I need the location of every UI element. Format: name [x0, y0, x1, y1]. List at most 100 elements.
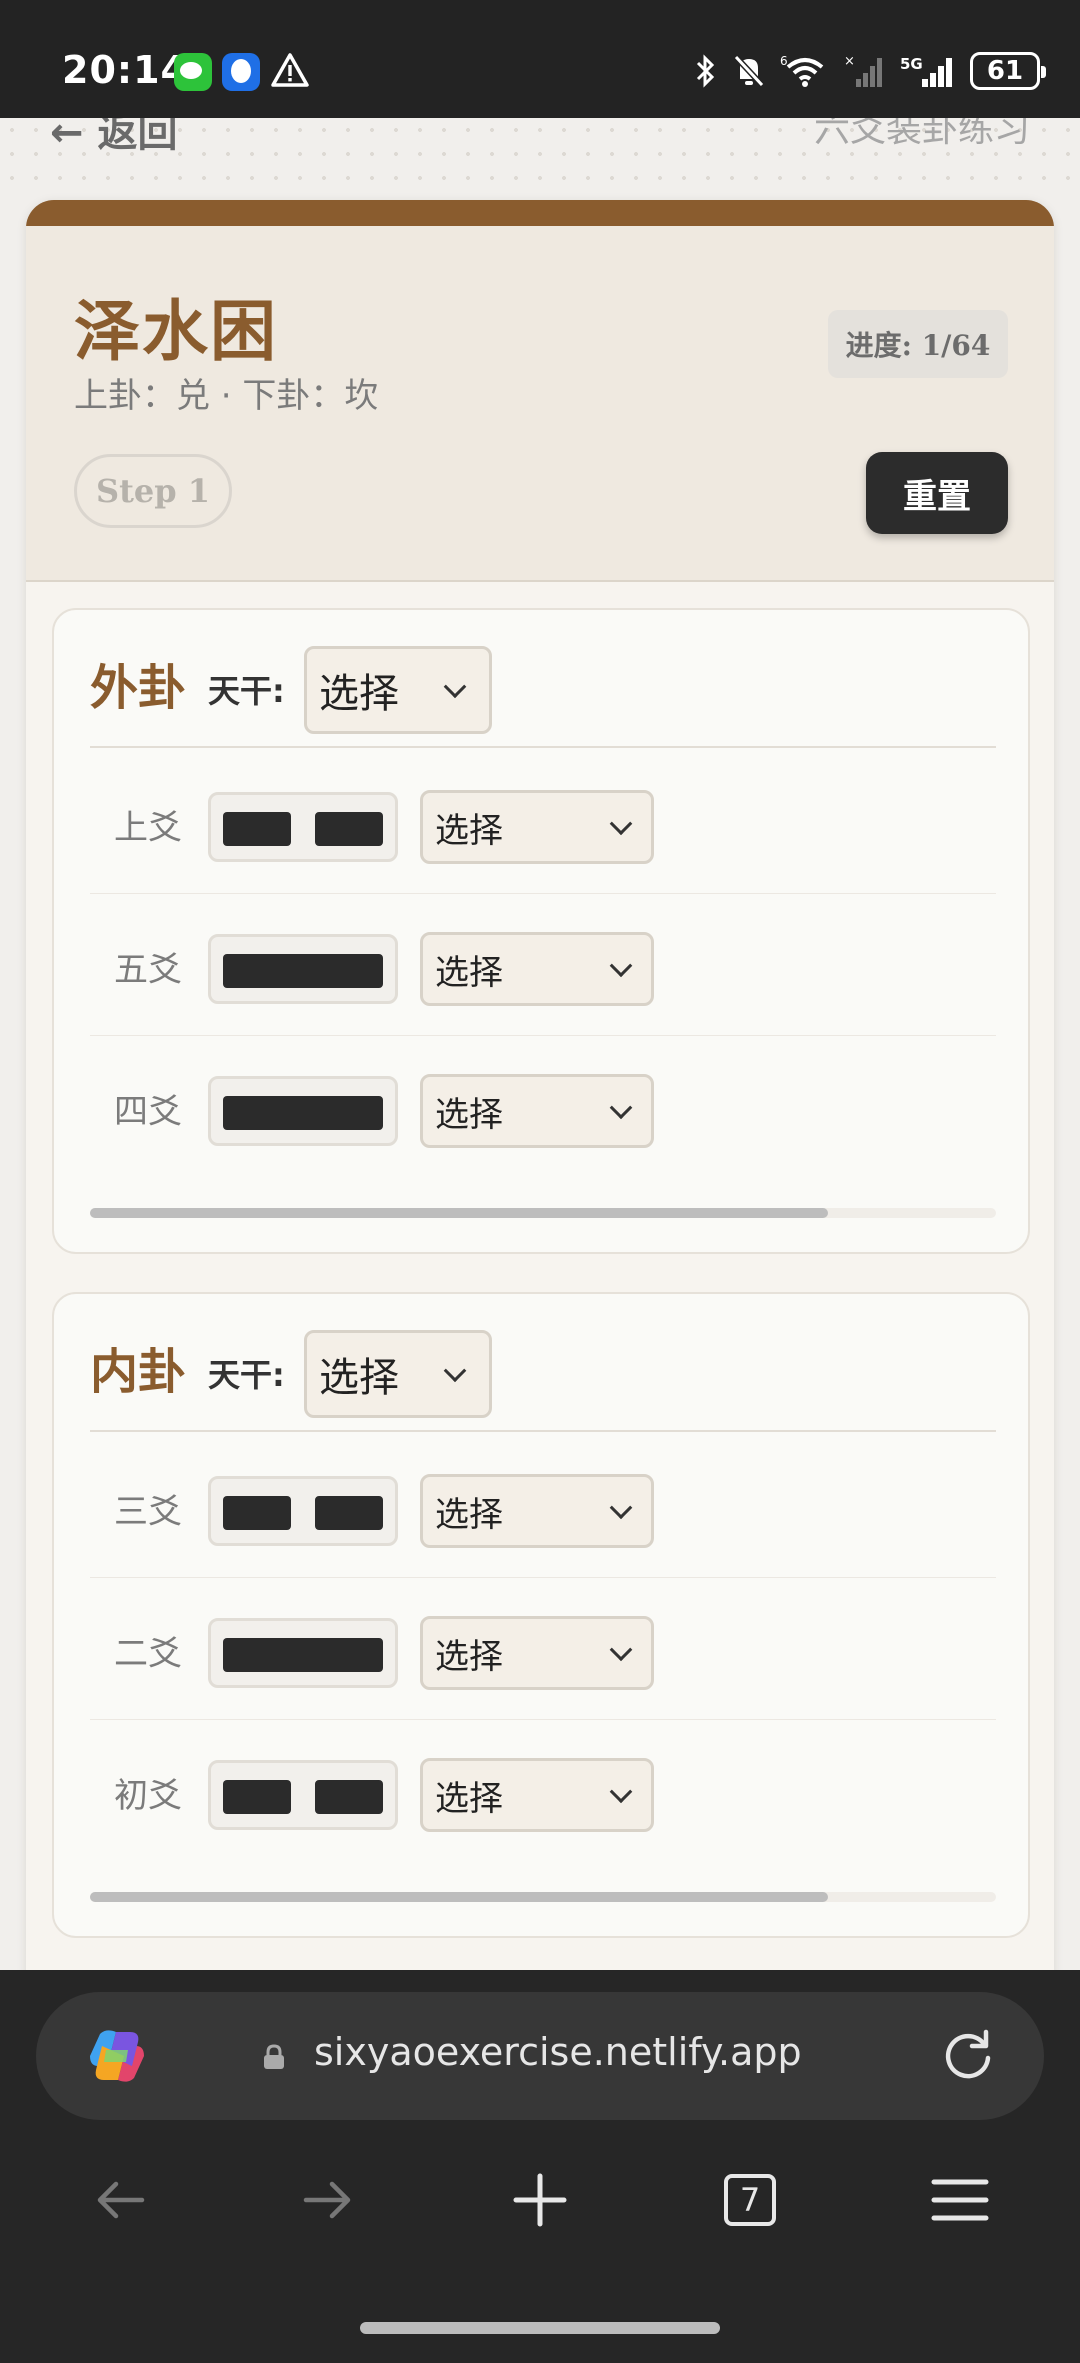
step-badge: Step 1: [74, 454, 232, 528]
card-header: 泽水困 上卦：兑 · 下卦：坎 进度: 1/64 Step 1 重置: [26, 226, 1054, 582]
back-button[interactable]: [80, 2160, 160, 2240]
horizontal-scrollbar[interactable]: [90, 1208, 996, 1218]
menu-button[interactable]: [920, 2160, 1000, 2240]
status-indicators: 6 × 5G 61: [694, 50, 1046, 92]
browser-toolbar: sixyaoexercise.netlify.app 7: [0, 1970, 1080, 2363]
svg-text:×: ×: [844, 54, 855, 69]
inner-trigram-title: 内卦: [90, 1344, 187, 1400]
yao-branch-select[interactable]: 选择: [420, 790, 654, 864]
yin-segment: [223, 812, 291, 846]
yang-segment: [223, 954, 383, 988]
yin-segment: [315, 1780, 383, 1814]
wechat-icon: [174, 53, 212, 91]
svg-text:5G: 5G: [900, 55, 923, 73]
yin-segment: [315, 1496, 383, 1530]
inner-stem-select[interactable]: 选择: [304, 1330, 492, 1418]
forward-button[interactable]: [288, 2160, 368, 2240]
horizontal-scrollbar[interactable]: [90, 1892, 996, 1902]
yang-line-icon: [208, 1076, 398, 1146]
yao-select-value: 选择: [435, 952, 503, 993]
url-text[interactable]: sixyaoexercise.netlify.app: [314, 2030, 802, 2074]
status-bar: 20:14 6 × 5G 61: [0, 0, 1080, 118]
signal-icon: ×: [844, 54, 882, 87]
chevron-down-icon: [609, 812, 633, 836]
yang-segment: [223, 1638, 383, 1672]
outer-trigram-panel: 外卦 天干: 选择 上爻 选择 五爻 选择 四爻 选择: [52, 608, 1030, 1254]
reset-button[interactable]: 重置: [866, 452, 1008, 534]
yao-label: 五爻: [114, 950, 182, 990]
hexagram-trigrams: 上卦：兑 · 下卦：坎: [74, 376, 379, 416]
outer-stem-value: 选择: [319, 671, 399, 717]
chevron-down-icon: [609, 1496, 633, 1520]
hexagram-name: 泽水困: [74, 292, 278, 370]
wifi-icon: 6: [780, 54, 824, 87]
inner-stem-value: 选择: [319, 1355, 399, 1401]
yao-select-value: 选择: [435, 1494, 503, 1535]
yao-branch-select[interactable]: 选择: [420, 1616, 654, 1690]
chevron-down-icon: [609, 954, 633, 978]
yao-row-second: 二爻 选择: [90, 1578, 996, 1720]
inner-stem-label: 天干:: [208, 1356, 285, 1394]
lock-icon: [264, 2044, 284, 2069]
inner-trigram-header: 内卦 天干: 选择: [90, 1330, 996, 1432]
yao-branch-select[interactable]: 选择: [420, 1474, 654, 1548]
battery-level: 61: [986, 56, 1024, 86]
yin-segment: [223, 1780, 291, 1814]
yao-row-third: 三爻 选择: [90, 1436, 996, 1578]
page-subtitle: 六爻装卦练习: [813, 118, 1030, 150]
outer-stem-label: 天干:: [208, 672, 285, 710]
mute-icon: [733, 54, 765, 88]
arrow-left-icon: [97, 2181, 145, 2219]
page-top-bar: ← 返回 六爻装卦练习: [0, 118, 1080, 200]
yin-line-icon: [208, 1760, 398, 1830]
yin-segment: [315, 812, 383, 846]
svg-text:6: 6: [780, 54, 788, 68]
new-tab-button[interactable]: [500, 2160, 580, 2240]
yang-segment: [223, 1096, 383, 1130]
status-time: 20:14: [62, 48, 188, 92]
progress-badge: 进度: 1/64: [828, 310, 1008, 378]
yao-label: 初爻: [114, 1776, 182, 1816]
tab-count: 7: [724, 2174, 776, 2226]
yao-branch-select[interactable]: 选择: [420, 932, 654, 1006]
exercise-card: 泽水困 上卦：兑 · 下卦：坎 进度: 1/64 Step 1 重置 外卦 天干…: [26, 200, 1054, 1980]
yao-select-value: 选择: [435, 1778, 503, 1819]
outer-trigram-title: 外卦: [90, 660, 187, 716]
yang-line-icon: [208, 934, 398, 1004]
yao-select-value: 选择: [435, 1636, 503, 1677]
battery-indicator: 61: [970, 52, 1046, 90]
scrollbar-thumb[interactable]: [90, 1892, 828, 1902]
chevron-down-icon: [443, 675, 467, 699]
inner-trigram-panel: 内卦 天干: 选择 三爻 选择 二爻 选择 初爻 选择: [52, 1292, 1030, 1938]
bluetooth-icon: [696, 54, 715, 88]
hamburger-menu-icon: [931, 2179, 989, 2221]
yao-label: 二爻: [114, 1634, 182, 1674]
yin-segment: [223, 1496, 291, 1530]
yin-line-icon: [208, 792, 398, 862]
scrollbar-thumb[interactable]: [90, 1208, 828, 1218]
yao-label: 三爻: [114, 1492, 182, 1532]
qq-icon: [222, 53, 260, 91]
yao-row-fifth: 五爻 选择: [90, 894, 996, 1036]
chevron-down-icon: [609, 1780, 633, 1804]
reload-icon[interactable]: [940, 2028, 996, 2084]
yao-branch-select[interactable]: 选择: [420, 1758, 654, 1832]
plus-icon: [513, 2173, 567, 2227]
yao-label: 上爻: [114, 808, 182, 848]
back-link[interactable]: ← 返回: [50, 118, 177, 158]
signal-5g-icon: 5G: [900, 55, 952, 87]
yin-line-icon: [208, 1476, 398, 1546]
home-indicator[interactable]: [360, 2322, 720, 2334]
browser-nav-row: 7: [0, 2140, 1080, 2250]
card-accent-bar: [26, 200, 1054, 226]
outer-stem-select[interactable]: 选择: [304, 646, 492, 734]
copilot-icon[interactable]: [86, 2026, 148, 2086]
arrow-right-icon: [303, 2181, 351, 2219]
yao-select-value: 选择: [435, 1094, 503, 1135]
yao-label: 四爻: [114, 1092, 182, 1132]
address-bar[interactable]: sixyaoexercise.netlify.app: [36, 1992, 1044, 2120]
chevron-down-icon: [609, 1638, 633, 1662]
yao-select-value: 选择: [435, 810, 503, 851]
yao-branch-select[interactable]: 选择: [420, 1074, 654, 1148]
tabs-button[interactable]: 7: [710, 2160, 790, 2240]
